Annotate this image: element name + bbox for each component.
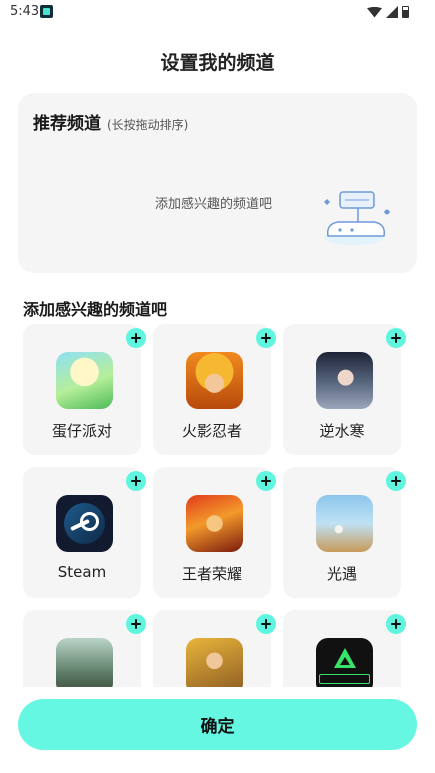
steam-logo-icon bbox=[64, 503, 105, 544]
channel-card-sky[interactable]: 光遇 bbox=[283, 467, 406, 598]
status-bar: 5:43 bbox=[0, 0, 435, 26]
delta-logo-wordmark bbox=[319, 674, 370, 684]
app-notification-icon bbox=[40, 5, 53, 18]
page-title: 设置我的频道 bbox=[160, 52, 275, 74]
channel-label: Steam bbox=[57, 563, 107, 581]
delta-force-icon bbox=[316, 638, 373, 687]
channel-grid: 蛋仔派对 火影忍者 逆水寒 Steam 王者荣耀 光遇 bbox=[23, 324, 406, 687]
add-channel-button[interactable] bbox=[126, 471, 146, 491]
sky-icon bbox=[316, 495, 373, 552]
channel-card-row3-1[interactable] bbox=[23, 610, 146, 687]
channel-label: 逆水寒 bbox=[319, 422, 365, 440]
channel-card-steam[interactable]: Steam bbox=[23, 467, 146, 598]
channel-card-row3-2[interactable] bbox=[153, 610, 276, 687]
eggy-party-icon bbox=[56, 352, 113, 409]
drag-sort-hint: (长按拖动排序) bbox=[107, 118, 189, 132]
add-channels-title: 添加感兴趣的频道吧 bbox=[23, 300, 168, 319]
naruto-icon bbox=[186, 352, 243, 409]
add-channel-button[interactable] bbox=[126, 328, 146, 348]
channel-label: 火影忍者 bbox=[181, 422, 242, 440]
steam-icon bbox=[56, 495, 113, 552]
channel-card-row3-3[interactable] bbox=[283, 610, 406, 687]
add-channel-button[interactable] bbox=[256, 328, 276, 348]
recommended-channels-title: 推荐频道 bbox=[33, 114, 101, 134]
wifi-icon bbox=[367, 6, 382, 18]
signal-icon bbox=[386, 6, 398, 18]
status-icons bbox=[367, 5, 409, 19]
empty-state-mascot-icon bbox=[324, 191, 390, 245]
channel-label: 蛋仔派对 bbox=[51, 422, 112, 440]
recommended-channels-header: 推荐频道 (长按拖动排序) bbox=[33, 109, 188, 134]
channel-label: 光遇 bbox=[326, 565, 357, 583]
recommended-channels-panel: 推荐频道 (长按拖动排序) 添加感兴趣的频道吧 bbox=[18, 93, 417, 273]
channel-card-eggy-party[interactable]: 蛋仔派对 bbox=[23, 324, 146, 455]
add-channel-button[interactable] bbox=[126, 614, 146, 634]
add-channel-button[interactable] bbox=[386, 614, 406, 634]
channel-grid-scroll-area[interactable]: 蛋仔派对 火影忍者 逆水寒 Steam 王者荣耀 光遇 bbox=[0, 324, 435, 687]
channel-label: 王者荣耀 bbox=[181, 565, 242, 583]
channel-card-honor-of-kings[interactable]: 王者荣耀 bbox=[153, 467, 276, 598]
confirm-button[interactable]: 确定 bbox=[18, 699, 417, 750]
delta-logo-icon bbox=[334, 648, 356, 668]
pubg-icon bbox=[186, 638, 243, 687]
channel-card-naruto[interactable]: 火影忍者 bbox=[153, 324, 276, 455]
nishuihan-icon bbox=[316, 352, 373, 409]
empty-state-text: 添加感兴趣的频道吧 bbox=[155, 197, 273, 212]
channel-card-nishuihan[interactable]: 逆水寒 bbox=[283, 324, 406, 455]
honor-of-kings-icon bbox=[186, 495, 243, 552]
game-icon bbox=[56, 638, 113, 687]
status-time: 5:43 bbox=[10, 4, 40, 19]
battery-icon bbox=[402, 6, 409, 18]
add-channel-button[interactable] bbox=[256, 614, 276, 634]
add-channel-button[interactable] bbox=[386, 328, 406, 348]
add-channel-button[interactable] bbox=[256, 471, 276, 491]
add-channel-button[interactable] bbox=[386, 471, 406, 491]
